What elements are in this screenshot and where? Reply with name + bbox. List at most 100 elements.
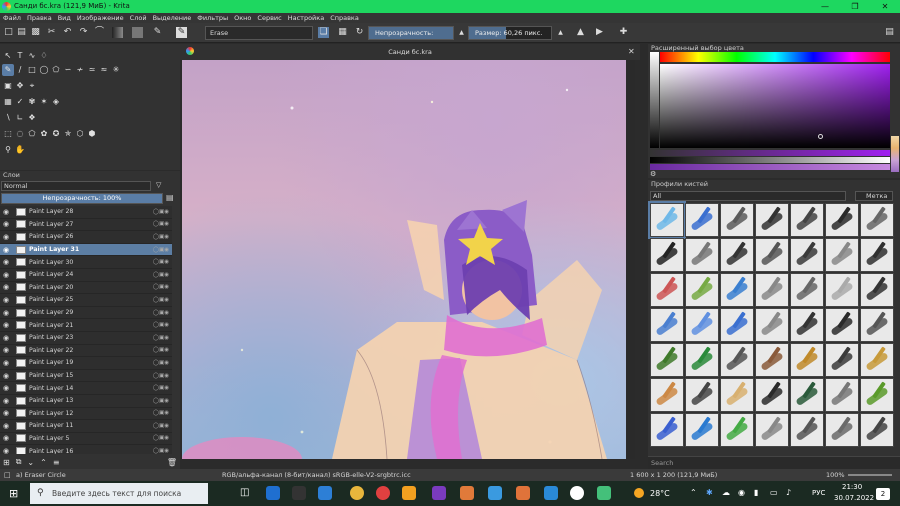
layer-row[interactable]: ◉ Paint Layer 24 ◯▣◉: [0, 269, 172, 282]
brush-preset-tile[interactable]: [755, 343, 789, 377]
zoom-slider[interactable]: [848, 474, 892, 476]
brush-preset-tile[interactable]: [685, 238, 719, 272]
layer-flags-icon[interactable]: ◯▣◉: [146, 322, 172, 328]
measure-tool-icon[interactable]: ∟: [14, 112, 26, 124]
visibility-eye-icon[interactable]: ◉: [0, 321, 12, 329]
rect-select-icon[interactable]: ⬚: [2, 128, 14, 140]
visibility-eye-icon[interactable]: ◉: [0, 447, 12, 454]
brush-preset-tile[interactable]: [860, 378, 894, 412]
layer-row[interactable]: ◉ Paint Layer 16 ◯▣◉: [0, 445, 172, 454]
taskbar-chrome-icon[interactable]: [350, 486, 364, 500]
fill-tool-icon[interactable]: ◈: [50, 96, 62, 108]
brush-preset-tile[interactable]: [650, 273, 684, 307]
brush-preset-tile[interactable]: [825, 238, 859, 272]
brush-preset-tile[interactable]: [790, 273, 824, 307]
brush-preset-tile[interactable]: [755, 203, 789, 237]
brush-preset-tile[interactable]: [790, 378, 824, 412]
dynamic-brush-icon[interactable]: ≈: [98, 64, 110, 76]
crop-tool-icon[interactable]: ⌖: [26, 80, 38, 92]
brush-preset-tile[interactable]: [720, 343, 754, 377]
layer-row[interactable]: ◉ Paint Layer 13 ◯▣◉: [0, 395, 172, 408]
preset-filter-select[interactable]: All: [650, 191, 846, 201]
visibility-eye-icon[interactable]: ◉: [0, 359, 12, 367]
battery-icon[interactable]: ▮: [754, 488, 758, 497]
layer-row[interactable]: ◉ Paint Layer 12 ◯▣◉: [0, 408, 172, 421]
freehand-select-icon[interactable]: ✿: [38, 128, 50, 140]
brush-preset-tile[interactable]: [755, 238, 789, 272]
layer-row[interactable]: ◉ Paint Layer 19 ◯▣◉: [0, 357, 172, 370]
delete-layer-icon[interactable]: 🗑: [167, 458, 177, 467]
layer-row[interactable]: ◉ Paint Layer 20 ◯▣◉: [0, 282, 172, 295]
brush-preset-tile[interactable]: [790, 343, 824, 377]
reload-preset-icon[interactable]: ↻: [354, 27, 365, 38]
pattern-swatch-icon[interactable]: [132, 27, 143, 38]
wrap-around-icon[interactable]: ✚: [618, 27, 629, 38]
network-icon[interactable]: ☁: [722, 488, 730, 497]
saturation-value-square[interactable]: [660, 64, 890, 148]
edit-shape-icon[interactable]: ∿: [26, 50, 38, 62]
brush-search-input[interactable]: Search: [648, 456, 900, 469]
redo-icon[interactable]: ↷: [78, 27, 89, 38]
brush-preset-tile[interactable]: [685, 343, 719, 377]
polygon-select-icon[interactable]: ⬠: [26, 128, 38, 140]
visibility-eye-icon[interactable]: ◉: [0, 372, 12, 380]
taskbar-search-input[interactable]: Введите здесь текст для поиска: [30, 483, 208, 504]
visibility-eye-icon[interactable]: ◉: [0, 246, 12, 254]
gradient-tool-icon[interactable]: ▦: [2, 96, 14, 108]
layer-flags-icon[interactable]: ◯▣◉: [146, 385, 172, 391]
layer-flags-icon[interactable]: ◯▣◉: [146, 297, 172, 303]
smart-patch-icon[interactable]: ✶: [38, 96, 50, 108]
notifications-badge[interactable]: 2: [876, 488, 890, 500]
brush-preset-tile[interactable]: [650, 378, 684, 412]
layer-flags-icon[interactable]: ◯▣◉: [146, 284, 172, 290]
calligraphy-icon[interactable]: ♢: [38, 50, 50, 62]
visibility-eye-icon[interactable]: ◉: [0, 296, 12, 304]
taskbar-opera-icon[interactable]: [376, 486, 390, 500]
brush-preset-tile[interactable]: [650, 413, 684, 447]
opacity-spin-icon[interactable]: ▲: [456, 27, 467, 38]
brush-preset-tile[interactable]: [755, 378, 789, 412]
transform-tool-icon[interactable]: ▣: [2, 80, 14, 92]
select-shape-icon[interactable]: ↖: [2, 50, 14, 62]
brush-preset-tile[interactable]: [825, 378, 859, 412]
text-tool-icon[interactable]: T: [14, 50, 26, 62]
tag-select[interactable]: Метка: [855, 191, 893, 201]
visibility-eye-icon[interactable]: ◉: [0, 346, 12, 354]
brush-preset-tile[interactable]: [650, 308, 684, 342]
volume-icon[interactable]: ♪: [786, 488, 791, 497]
task-view-icon[interactable]: ◫: [240, 487, 249, 498]
size-slider[interactable]: Размер: 60,26 пикс.: [468, 26, 552, 40]
alpha-lock-icon[interactable]: ▦: [337, 27, 348, 38]
move-layer-up-icon[interactable]: ⌃: [40, 458, 47, 467]
brush-preset-tile[interactable]: [790, 308, 824, 342]
layer-menu-icon[interactable]: ≡: [53, 458, 60, 467]
clock-date[interactable]: 30.07.2022: [834, 494, 874, 502]
brush-preset-tile[interactable]: [860, 413, 894, 447]
layer-flags-icon[interactable]: ◯▣◉: [146, 209, 172, 215]
filter-icon[interactable]: ▽: [156, 181, 161, 189]
taskbar-wps-icon[interactable]: [570, 486, 584, 500]
menu-select[interactable]: Выделение: [153, 13, 192, 23]
layer-flags-icon[interactable]: ◯▣◉: [146, 221, 172, 227]
rectangle-tool-icon[interactable]: □: [26, 64, 38, 76]
layer-row[interactable]: ◉ Paint Layer 21 ◯▣◉: [0, 319, 172, 332]
taskbar-krita-icon[interactable]: [597, 486, 611, 500]
brush-preset-tile[interactable]: [755, 308, 789, 342]
layer-flags-icon[interactable]: ◯▣◉: [146, 347, 172, 353]
menu-view[interactable]: Вид: [58, 13, 71, 23]
gradient-swatch-icon[interactable]: [112, 27, 123, 38]
freehand-brush-icon[interactable]: ✎: [2, 64, 14, 76]
add-layer-icon[interactable]: ⊞: [3, 458, 10, 467]
brush-preset-tile[interactable]: [860, 308, 894, 342]
visibility-eye-icon[interactable]: ◉: [0, 397, 12, 405]
workspace-icon[interactable]: ▤: [884, 27, 895, 38]
brush-preset-tile[interactable]: [825, 308, 859, 342]
layer-row[interactable]: ◉ Paint Layer 27 ◯▣◉: [0, 219, 172, 232]
layer-row[interactable]: ◉ Paint Layer 26 ◯▣◉: [0, 231, 172, 244]
visibility-eye-icon[interactable]: ◉: [0, 258, 12, 266]
cut-icon[interactable]: ✂: [46, 27, 57, 38]
brush-preset-tile[interactable]: [685, 308, 719, 342]
menu-edit[interactable]: Правка: [27, 13, 52, 23]
layer-row[interactable]: ◉ Paint Layer 22 ◯▣◉: [0, 345, 172, 358]
menu-tools[interactable]: Сервис: [257, 13, 281, 23]
